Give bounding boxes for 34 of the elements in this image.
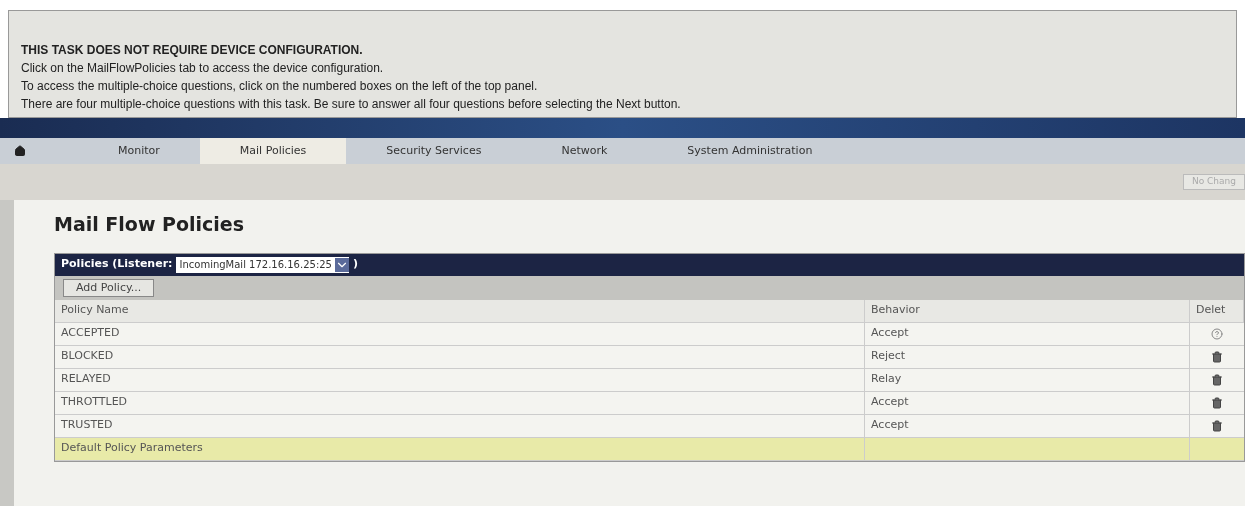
policy-name-cell[interactable]: THROTTLED: [55, 391, 865, 415]
instruction-text: There are four multiple-choice questions with this task. Be sure to answer all four questions before selecting the Next button.: [21, 96, 682, 113]
policy-name-cell[interactable]: Default Policy Parameters: [55, 437, 865, 461]
listener-select[interactable]: IncomingMail 172.16.16.25:25: [176, 256, 349, 273]
instruction-heading: THIS TASK DOES NOT REQUIRE DEVICE CONFIGURATION.: [21, 42, 364, 59]
home-icon[interactable]: [14, 145, 26, 157]
behavior-cell: Reject: [865, 345, 1190, 369]
nav-tab[interactable]: Mail Policies: [199, 138, 347, 164]
instruction-text: Click on the MailFlowPolicies tab to access the device configuration.: [21, 60, 385, 77]
trash-icon[interactable]: [1211, 396, 1223, 409]
caret-icon: [335, 257, 349, 272]
trash-icon[interactable]: [1211, 419, 1223, 432]
nav-tab[interactable]: Monitor: [78, 138, 200, 164]
nav-tab[interactable]: Security Services: [346, 138, 522, 164]
behavior-cell: Accept: [865, 391, 1190, 415]
nav-tab[interactable]: System Administration: [647, 138, 853, 164]
panel-title-end: ): [353, 256, 358, 273]
column-header: Policy Name: [55, 299, 865, 323]
instruction-text: To access the multiple-choice questions, click on the numbered boxes on the left of the top panel.: [21, 78, 539, 95]
policy-name-cell[interactable]: BLOCKED: [55, 345, 865, 369]
trash-icon[interactable]: [1211, 350, 1223, 363]
behavior-cell: Relay: [865, 368, 1190, 392]
policy-name-cell[interactable]: ACCEPTED: [55, 322, 865, 346]
page-title: Mail Flow Policies: [54, 212, 246, 237]
add-policy-button[interactable]: Add Policy...: [63, 278, 155, 297]
column-header: Delet: [1190, 299, 1244, 323]
behavior-cell: Accept: [865, 414, 1190, 438]
panel-title: Policies (Listener:: [61, 256, 173, 273]
nav-tab[interactable]: Network: [521, 138, 648, 164]
policy-name-cell[interactable]: RELAYED: [55, 368, 865, 392]
behavior-cell: Accept: [865, 322, 1190, 346]
column-header: Behavior: [865, 299, 1190, 323]
trash-icon[interactable]: [1211, 373, 1223, 386]
policy-name-cell[interactable]: TRUSTED: [55, 414, 865, 438]
